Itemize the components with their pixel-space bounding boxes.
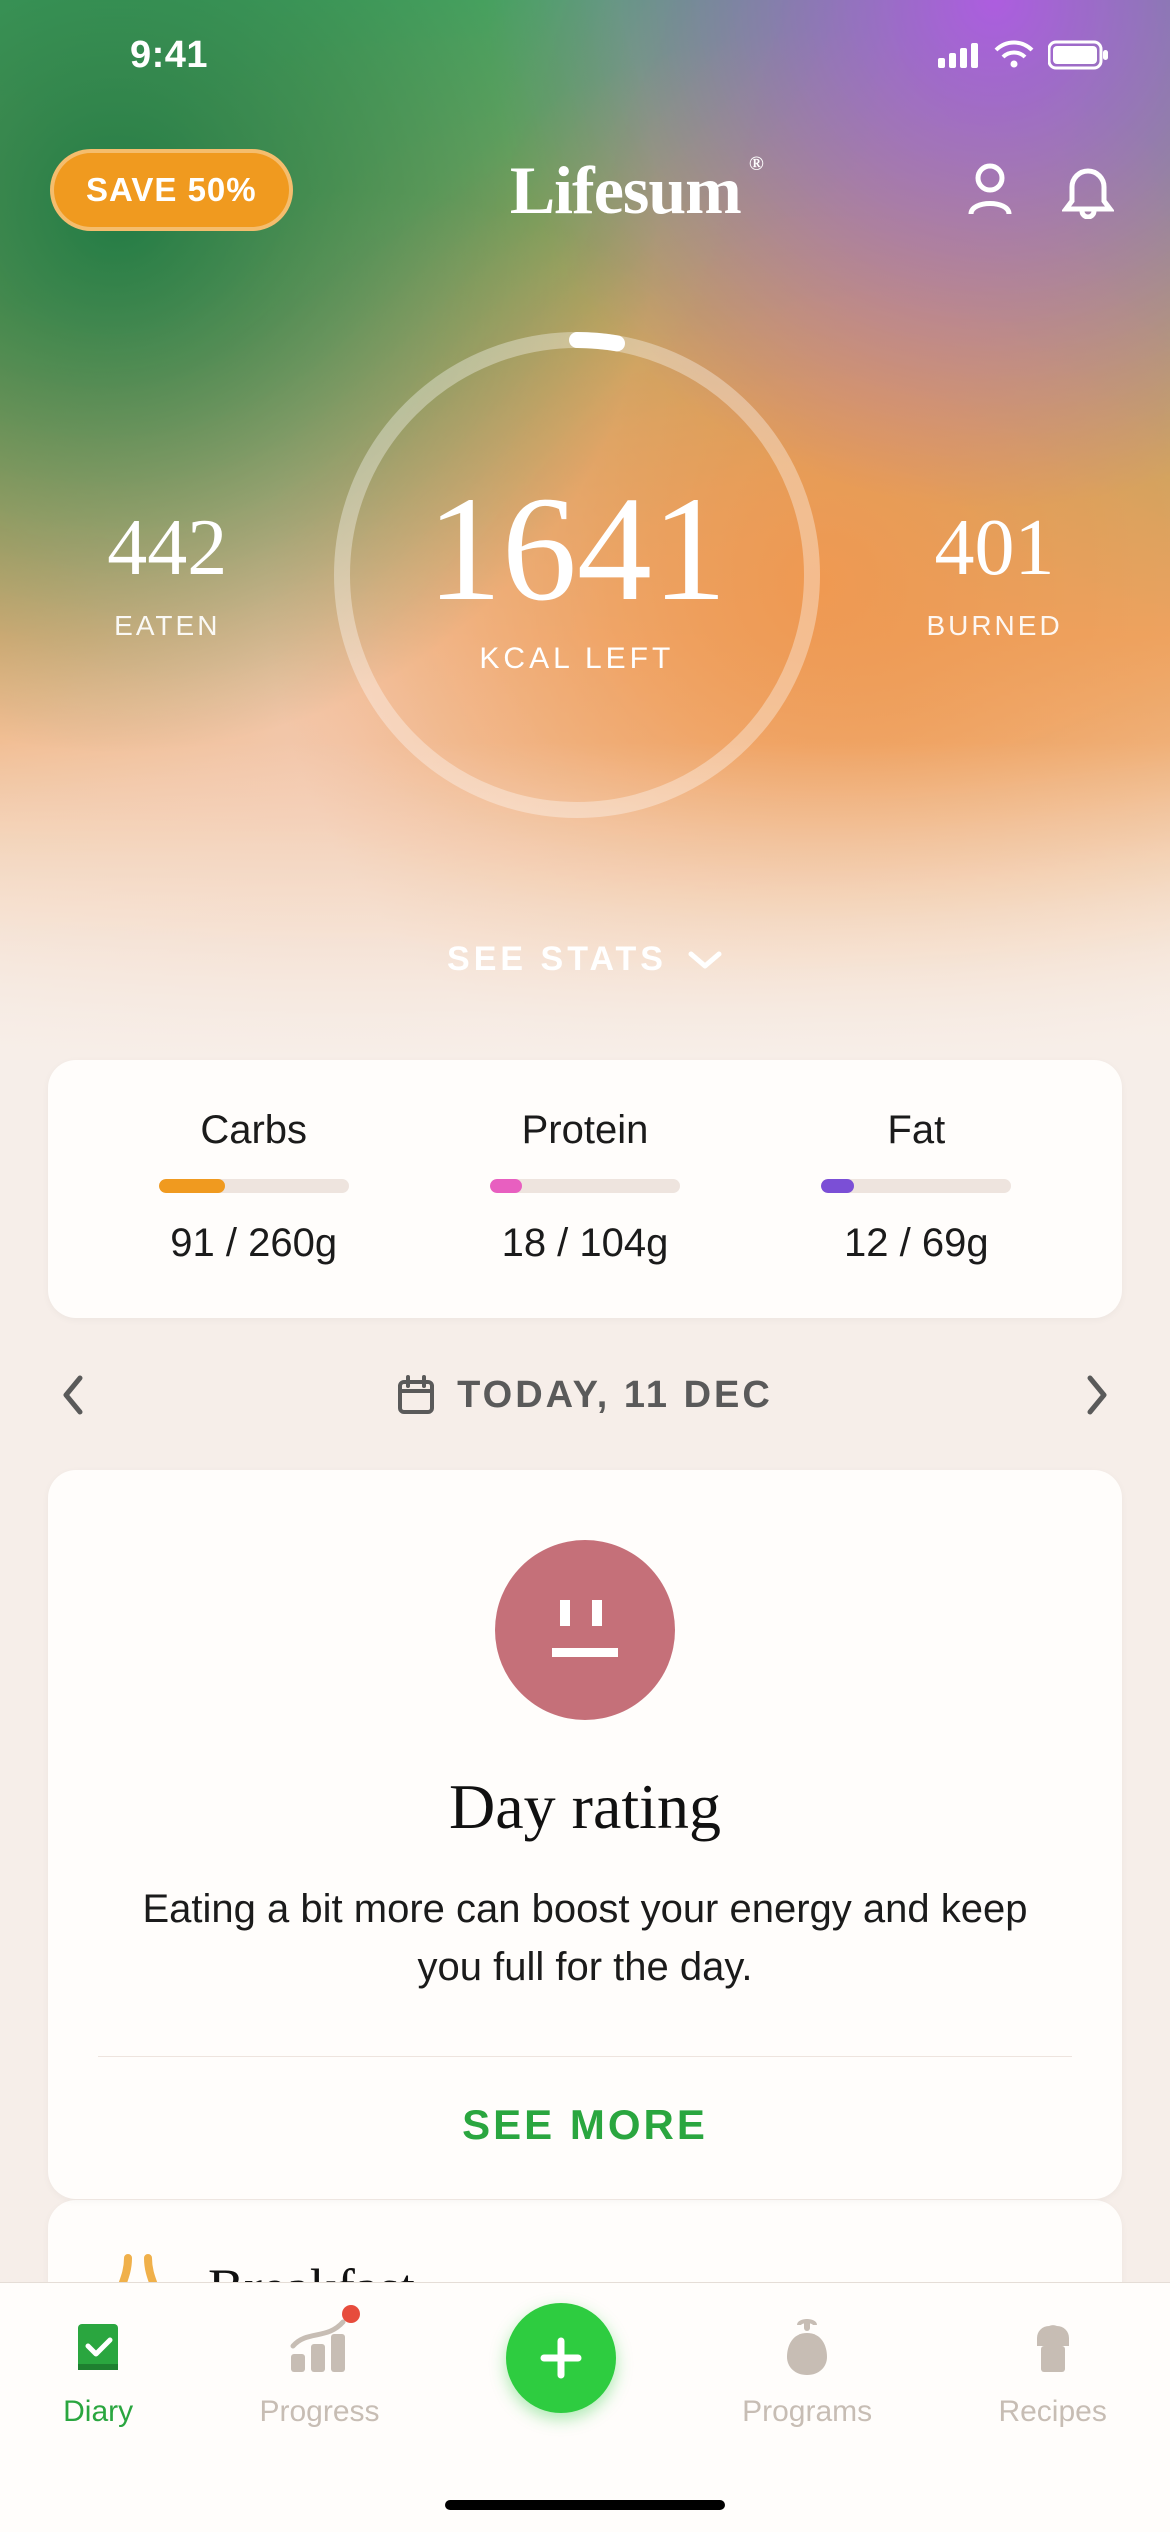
recipes-icon xyxy=(1018,2311,1088,2381)
diary-icon xyxy=(63,2311,133,2381)
rating-title: Day rating xyxy=(98,1770,1072,1844)
macro-bar-fill xyxy=(159,1179,226,1193)
tab-label: Diary xyxy=(63,2395,133,2429)
macro-name: Carbs xyxy=(88,1108,419,1153)
cellular-icon xyxy=(938,42,980,68)
macro-bar xyxy=(159,1179,349,1193)
macro-name: Protein xyxy=(419,1108,750,1153)
tab-label: Progress xyxy=(259,2395,379,2429)
tab-label: Recipes xyxy=(998,2395,1106,2429)
date-picker[interactable]: TODAY, 11 DEC xyxy=(397,1374,773,1417)
wifi-icon xyxy=(994,40,1034,70)
tab-progress[interactable]: Progress xyxy=(259,2311,379,2429)
burned-label: BURNED xyxy=(926,610,1062,642)
date-navigator: TODAY, 11 DEC xyxy=(48,1340,1122,1450)
prev-day-button[interactable] xyxy=(48,1370,98,1420)
tab-bar: Diary Progress Programs Recipes xyxy=(0,2282,1170,2532)
eaten-stat: 442 EATEN xyxy=(107,508,227,642)
chevron-left-icon xyxy=(60,1374,86,1416)
day-rating-card: Day rating Eating a bit more can boost y… xyxy=(48,1470,1122,2199)
see-stats-button[interactable]: SEE STATS xyxy=(0,940,1170,979)
eaten-label: EATEN xyxy=(107,610,227,642)
neutral-face-icon xyxy=(495,1540,675,1720)
macro-bar-fill xyxy=(490,1179,522,1193)
macro-fat: Fat 12 / 69g xyxy=(751,1108,1082,1266)
programs-icon xyxy=(772,2311,842,2381)
macro-bar-fill xyxy=(821,1179,853,1193)
macro-protein: Protein 18 / 104g xyxy=(419,1108,750,1266)
notification-dot xyxy=(342,2305,360,2323)
burned-stat: 401 BURNED xyxy=(926,508,1062,642)
app-header: SAVE 50% Lifesum® xyxy=(0,130,1170,250)
profile-icon[interactable] xyxy=(958,158,1022,222)
macro-value: 12 / 69g xyxy=(751,1221,1082,1266)
calorie-ring[interactable]: 1641 KCAL LEFT xyxy=(322,320,832,830)
macro-bar xyxy=(821,1179,1011,1193)
status-icons xyxy=(938,40,1110,70)
calendar-icon xyxy=(397,1375,435,1415)
tab-programs[interactable]: Programs xyxy=(742,2311,872,2429)
macro-value: 91 / 260g xyxy=(88,1221,419,1266)
tab-diary[interactable]: Diary xyxy=(63,2311,133,2429)
chevron-right-icon xyxy=(1084,1374,1110,1416)
tab-recipes[interactable]: Recipes xyxy=(998,2311,1106,2429)
app-logo: Lifesum® xyxy=(510,151,741,230)
date-label: TODAY, 11 DEC xyxy=(457,1374,773,1417)
rating-text: Eating a bit more can boost your energy … xyxy=(98,1880,1072,1996)
home-indicator[interactable] xyxy=(445,2500,725,2510)
macro-name: Fat xyxy=(751,1108,1082,1153)
macros-card[interactable]: Carbs 91 / 260g Protein 18 / 104g Fat 12… xyxy=(48,1060,1122,1318)
next-day-button[interactable] xyxy=(1072,1370,1122,1420)
eaten-value: 442 xyxy=(107,508,227,588)
status-bar: 9:41 xyxy=(0,0,1170,110)
burned-value: 401 xyxy=(926,508,1062,588)
calorie-summary-row: 442 EATEN 1641 KCAL LEFT 401 BURNED xyxy=(0,320,1170,830)
status-time: 9:41 xyxy=(130,34,208,77)
macro-value: 18 / 104g xyxy=(419,1221,750,1266)
plus-icon xyxy=(534,2331,588,2385)
divider xyxy=(98,2056,1072,2057)
see-more-button[interactable]: SEE MORE xyxy=(98,2101,1072,2149)
promo-pill[interactable]: SAVE 50% xyxy=(50,149,293,231)
macro-bar xyxy=(490,1179,680,1193)
bell-icon[interactable] xyxy=(1056,158,1120,222)
battery-icon xyxy=(1048,40,1110,70)
see-stats-label: SEE STATS xyxy=(447,940,667,979)
progress-icon xyxy=(284,2311,354,2381)
add-button[interactable] xyxy=(506,2303,616,2413)
macro-carbs: Carbs 91 / 260g xyxy=(88,1108,419,1266)
chevron-down-icon xyxy=(687,948,723,972)
tab-label: Programs xyxy=(742,2395,872,2429)
